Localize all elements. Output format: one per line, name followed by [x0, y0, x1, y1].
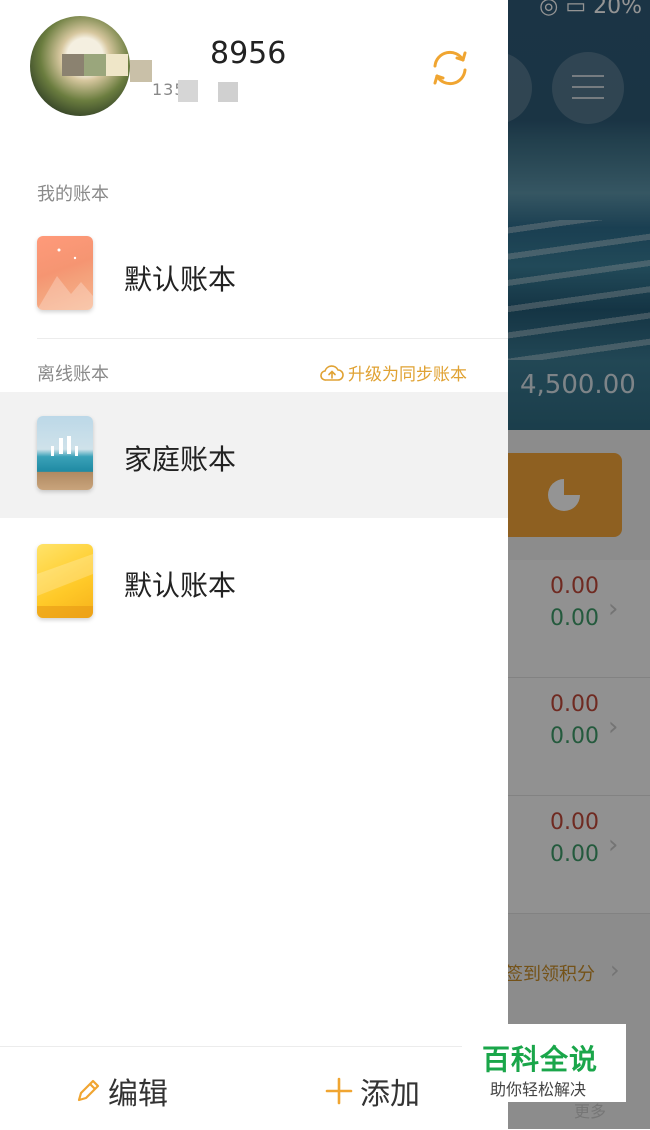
add-label: 添加 — [360, 1077, 420, 1112]
divider — [37, 338, 508, 339]
book-item-default[interactable]: 默认账本 — [0, 218, 508, 344]
watermark: 百科全说 助你轻松解决 — [462, 1024, 626, 1102]
book-cover-coral — [37, 236, 93, 310]
phone-mosaic — [178, 80, 198, 102]
my-books-label: 我的账本 — [37, 184, 109, 205]
book-name: 默认账本 — [124, 263, 237, 296]
book-name: 家庭账本 — [124, 443, 237, 476]
avatar-mosaic — [62, 54, 84, 76]
book-item-default-offline[interactable]: 默认账本 — [0, 526, 508, 652]
plus-icon — [325, 1077, 353, 1105]
watermark-subtitle: 助你轻松解决 — [490, 1080, 587, 1099]
edit-button[interactable]: 编辑 — [74, 1069, 168, 1113]
upgrade-label: 升级为同步账本 — [348, 365, 467, 385]
name-mosaic — [130, 60, 152, 82]
edit-label: 编辑 — [108, 1077, 168, 1112]
mountain-icon — [37, 248, 93, 310]
offline-books-label: 离线账本 — [37, 364, 109, 385]
sync-icon[interactable] — [426, 44, 474, 92]
pencil-icon — [77, 1079, 100, 1102]
cloud-upload-icon — [320, 364, 344, 381]
add-button[interactable]: 添加 — [324, 1069, 420, 1113]
phone-mosaic — [218, 82, 238, 102]
avatar[interactable] — [30, 16, 130, 116]
family-photo-icon — [51, 436, 78, 456]
book-name: 默认账本 — [124, 569, 237, 602]
avatar-mosaic — [84, 54, 106, 76]
avatar-mosaic — [106, 54, 128, 76]
book-cover-yellow — [37, 544, 93, 618]
yellow-pattern-icon — [37, 554, 93, 618]
username: 8956 — [210, 36, 287, 71]
book-drawer: 8956 135 我的账本 默认账本 离线账本 升级为同步账本 家庭账本 默认账… — [0, 0, 508, 1130]
drawer-bottom-bar: 编辑 添加 — [0, 1046, 508, 1130]
book-cover-family — [37, 416, 93, 490]
watermark-title: 百科全说 — [482, 1043, 599, 1076]
upgrade-sync-button[interactable]: 升级为同步账本 — [320, 360, 467, 385]
book-item-family[interactable]: 家庭账本 — [0, 392, 508, 518]
